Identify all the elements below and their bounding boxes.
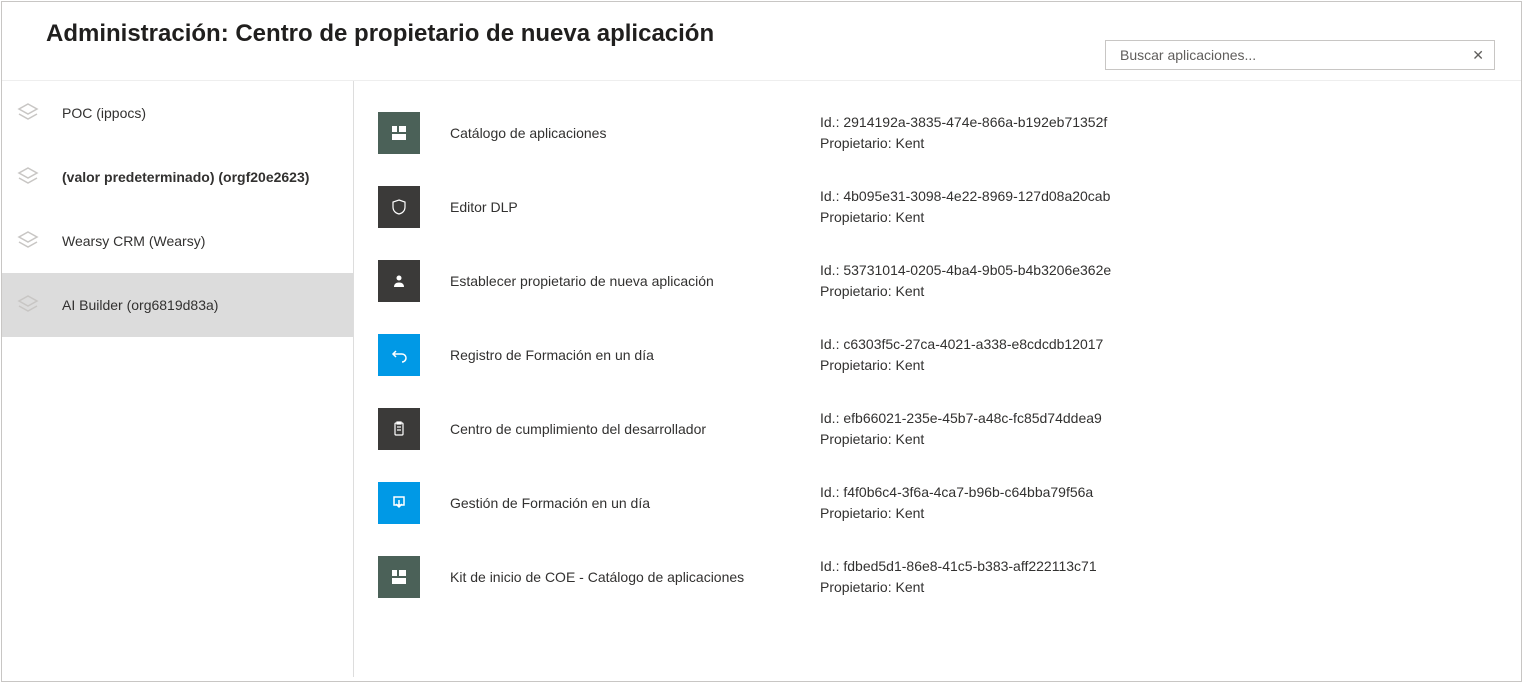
undo-icon [378,334,420,376]
sidebar-item-aibuilder[interactable]: AI Builder (org6819d83a) [2,273,353,337]
layers-icon [16,229,40,253]
sidebar-item-poc[interactable]: POC (ippocs) [2,81,353,145]
app-row[interactable]: Registro de Formación en un día Id.: c63… [378,319,1497,391]
app-row[interactable]: Editor DLP Id.: 4b095e31-3098-4e22-8969-… [378,171,1497,243]
environment-sidebar: POC (ippocs) (valor predeterminado) (org… [2,81,354,677]
app-meta: Id.: 53731014-0205-4ba4-9b05-b4b3206e362… [820,260,1497,302]
page-title: Administración: Centro de propietario de… [46,20,1105,48]
layers-icon [16,101,40,125]
app-row[interactable]: Kit de inicio de COE - Catálogo de aplic… [378,541,1497,613]
app-name: Catálogo de aplicaciones [420,125,820,141]
app-meta: Id.: efb66021-235e-45b7-a48c-fc85d74ddea… [820,408,1497,450]
clipboard-icon [378,408,420,450]
app-name: Kit de inicio de COE - Catálogo de aplic… [420,569,820,585]
app-meta: Id.: f4f0b6c4-3f6a-4ca7-b96b-c64bba79f56… [820,482,1497,524]
person-icon [378,260,420,302]
app-tile-icon [378,556,420,598]
sidebar-item-wearsy[interactable]: Wearsy CRM (Wearsy) [2,209,353,273]
app-name: Establecer propietario de nueva aplicaci… [420,273,820,289]
sidebar-item-label: AI Builder (org6819d83a) [62,297,218,313]
app-meta: Id.: fdbed5d1-86e8-41c5-b383-aff222113c7… [820,556,1497,598]
layers-icon [16,165,40,189]
app-name: Gestión de Formación en un día [420,495,820,511]
sidebar-item-default[interactable]: (valor predeterminado) (orgf20e2623) [2,145,353,209]
search-input[interactable] [1120,47,1470,63]
shield-icon [378,186,420,228]
layers-icon [16,293,40,317]
sidebar-item-label: (valor predeterminado) (orgf20e2623) [62,169,309,185]
app-tile-icon [378,112,420,154]
app-list: Catálogo de aplicaciones Id.: 2914192a-3… [354,81,1521,677]
app-meta: Id.: c6303f5c-27ca-4021-a338-e8cdcdb1201… [820,334,1497,376]
app-name: Editor DLP [420,199,820,215]
app-row[interactable]: Centro de cumplimiento del desarrollador… [378,393,1497,465]
app-row[interactable]: Gestión de Formación en un día Id.: f4f0… [378,467,1497,539]
download-icon [378,482,420,524]
app-meta: Id.: 4b095e31-3098-4e22-8969-127d08a20ca… [820,186,1497,228]
search-box[interactable]: ✕ [1105,40,1495,70]
sidebar-item-label: Wearsy CRM (Wearsy) [62,233,205,249]
app-name: Registro de Formación en un día [420,347,820,363]
clear-icon[interactable]: ✕ [1470,47,1486,64]
app-name: Centro de cumplimiento del desarrollador [420,421,820,437]
app-meta: Id.: 2914192a-3835-474e-866a-b192eb71352… [820,112,1497,154]
app-row[interactable]: Establecer propietario de nueva aplicaci… [378,245,1497,317]
sidebar-item-label: POC (ippocs) [62,105,146,121]
app-row[interactable]: Catálogo de aplicaciones Id.: 2914192a-3… [378,97,1497,169]
